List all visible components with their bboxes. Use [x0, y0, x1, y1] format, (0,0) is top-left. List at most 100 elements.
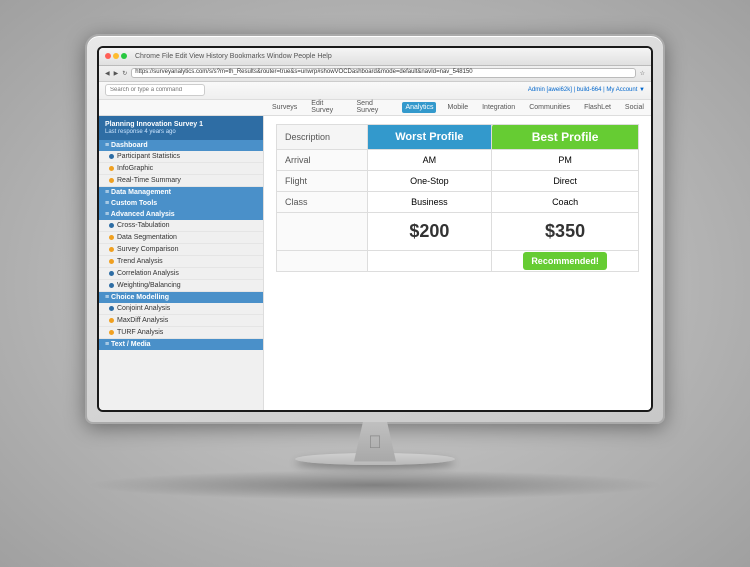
menu-mobile[interactable]: Mobile	[444, 102, 471, 113]
minimize-button[interactable]	[113, 53, 119, 59]
sidebar-label: Survey Comparison	[117, 246, 178, 253]
price-row: $200 $350	[277, 212, 639, 250]
forward-icon[interactable]: ▶	[114, 70, 119, 77]
sidebar: Planning Innovation Survey 1 Last respon…	[99, 116, 264, 410]
worst-price: $200	[367, 212, 492, 250]
sidebar-label: Data Segmentation	[117, 234, 177, 241]
sidebar-item-conjoint[interactable]: Conjoint Analysis	[99, 303, 263, 315]
monitor-shadow	[85, 470, 665, 500]
star-icon[interactable]: ☆	[640, 70, 645, 77]
bullet-icon	[109, 235, 114, 240]
sidebar-label: Cross-Tabulation	[117, 222, 170, 229]
best-profile-header: Best Profile	[492, 124, 639, 149]
flight-worst: One-Stop	[367, 170, 492, 191]
content-area: Description Worst Profile Best Profile A…	[264, 116, 651, 410]
sidebar-item-infographic[interactable]: InfoGraphic	[99, 163, 263, 175]
profiles-table: Description Worst Profile Best Profile A…	[276, 124, 639, 272]
bullet-icon	[109, 306, 114, 311]
recommended-label-cell	[277, 250, 368, 271]
table-row: Flight One-Stop Direct	[277, 170, 639, 191]
admin-label: Admin [awei62k] | build-664 | My Account…	[528, 87, 645, 93]
worst-recommended	[367, 250, 492, 271]
sidebar-item-participant-stats[interactable]: Participant Statistics	[99, 151, 263, 163]
description-header: Description	[277, 124, 368, 149]
top-menu: Surveys Edit Survey Send Survey Analytic…	[99, 100, 651, 116]
best-price: $350	[492, 212, 639, 250]
sidebar-item-correlation[interactable]: Correlation Analysis	[99, 268, 263, 280]
sidebar-section-data-mgmt[interactable]: ≡ Data Management	[99, 187, 263, 198]
monitor-bezel: Chrome File Edit View History Bookmarks …	[85, 34, 665, 424]
sidebar-label: Conjoint Analysis	[117, 305, 170, 312]
sidebar-label: Trend Analysis	[117, 258, 163, 265]
menu-surveys[interactable]: Surveys	[269, 102, 300, 113]
sidebar-section-choice[interactable]: ≡ Choice Modelling	[99, 292, 263, 303]
sidebar-item-survey-comp[interactable]: Survey Comparison	[99, 244, 263, 256]
sidebar-section-custom[interactable]: ≡ Custom Tools	[99, 198, 263, 209]
arrival-worst: AM	[367, 149, 492, 170]
screen: Chrome File Edit View History Bookmarks …	[99, 48, 651, 410]
bullet-icon	[109, 247, 114, 252]
sidebar-label: Participant Statistics	[117, 153, 180, 160]
window-controls	[105, 53, 127, 59]
nav-bar: Admin [awei62k] | build-664 | My Account…	[99, 82, 651, 100]
sidebar-section-text[interactable]: ≡ Text / Media	[99, 339, 263, 350]
menu-send-survey[interactable]: Send Survey	[354, 98, 395, 116]
refresh-icon[interactable]: ↻	[122, 70, 127, 77]
close-button[interactable]	[105, 53, 111, 59]
bullet-icon	[109, 223, 114, 228]
worst-profile-header: Worst Profile	[367, 124, 492, 149]
bullet-icon	[109, 318, 114, 323]
sidebar-label: Weighting/Balancing	[117, 282, 181, 289]
bullet-icon	[109, 330, 114, 335]
sidebar-label: MaxDiff Analysis	[117, 317, 168, 324]
sidebar-label: InfoGraphic	[117, 165, 153, 172]
sidebar-item-trend[interactable]: Trend Analysis	[99, 256, 263, 268]
menu-flashlet[interactable]: FlashLet	[581, 102, 614, 113]
flight-label: Flight	[277, 170, 368, 191]
back-icon[interactable]: ◀	[105, 70, 110, 77]
url-input[interactable]: https://surveyanalytics.com/s/s?m=th_Res…	[131, 68, 635, 78]
menu-analytics[interactable]: Analytics	[402, 102, 436, 113]
sidebar-label: Correlation Analysis	[117, 270, 179, 277]
monitor: Chrome File Edit View History Bookmarks …	[65, 34, 685, 534]
sidebar-item-realtime[interactable]: Real-Time Summary	[99, 175, 263, 187]
sidebar-title: Planning Innovation Survey 1	[105, 120, 257, 129]
sidebar-section-advanced[interactable]: ≡ Advanced Analysis	[99, 209, 263, 220]
chrome-title-label: Chrome File Edit View History Bookmarks …	[135, 53, 332, 60]
menu-edit-survey[interactable]: Edit Survey	[308, 98, 345, 116]
bullet-icon	[109, 154, 114, 159]
sidebar-item-maxdiff[interactable]: MaxDiff Analysis	[99, 315, 263, 327]
table-row: Arrival AM PM	[277, 149, 639, 170]
sidebar-item-weighting[interactable]: Weighting/Balancing	[99, 280, 263, 292]
recommended-row: Recommended!	[277, 250, 639, 271]
sidebar-item-turf[interactable]: TURF Analysis	[99, 327, 263, 339]
menu-integration[interactable]: Integration	[479, 102, 518, 113]
sidebar-header: Planning Innovation Survey 1 Last respon…	[99, 116, 263, 141]
sidebar-item-crosstab[interactable]: Cross-Tabulation	[99, 220, 263, 232]
arrival-best: PM	[492, 149, 639, 170]
best-recommended: Recommended!	[492, 250, 639, 271]
bullet-icon	[109, 166, 114, 171]
address-bar: ◀ ▶ ↻ https://surveyanalytics.com/s/s?m=…	[99, 66, 651, 82]
nav-search-input[interactable]	[105, 84, 205, 96]
apple-logo: 	[368, 432, 382, 453]
menu-social[interactable]: Social	[622, 102, 647, 113]
sidebar-subtitle: Last response 4 years ago	[105, 129, 257, 137]
bullet-icon	[109, 283, 114, 288]
sidebar-label: TURF Analysis	[117, 329, 163, 336]
sidebar-section-dashboard[interactable]: ≡ Dashboard	[99, 140, 263, 151]
arrival-label: Arrival	[277, 149, 368, 170]
class-best: Coach	[492, 191, 639, 212]
bullet-icon	[109, 259, 114, 264]
table-row: Class Business Coach	[277, 191, 639, 212]
bullet-icon	[109, 271, 114, 276]
recommended-badge: Recommended!	[523, 252, 607, 270]
screen-border: Chrome File Edit View History Bookmarks …	[97, 46, 653, 412]
maximize-button[interactable]	[121, 53, 127, 59]
sidebar-item-data-seg[interactable]: Data Segmentation	[99, 232, 263, 244]
bullet-icon	[109, 178, 114, 183]
price-label	[277, 212, 368, 250]
class-label: Class	[277, 191, 368, 212]
menu-communities[interactable]: Communities	[526, 102, 573, 113]
sidebar-label: Real-Time Summary	[117, 177, 181, 184]
